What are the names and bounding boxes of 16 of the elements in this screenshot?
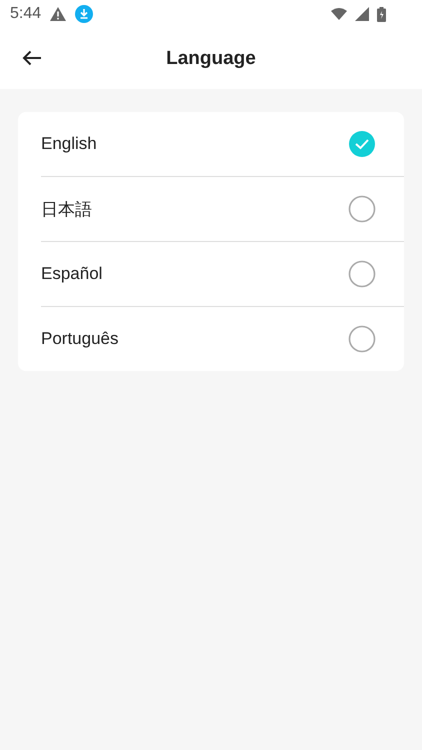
page-title: Language: [166, 48, 256, 70]
wifi-icon: [331, 8, 347, 20]
radio-icon: [348, 195, 376, 223]
back-arrow-icon: [22, 50, 42, 66]
language-option[interactable]: English: [41, 112, 404, 176]
language-option[interactable]: 日本語: [41, 176, 404, 241]
download-icon: [75, 5, 94, 23]
language-option[interactable]: Português: [41, 306, 404, 371]
language-option[interactable]: Español: [41, 241, 404, 306]
warning-icon: [49, 6, 68, 22]
signal-icon: [355, 7, 369, 21]
checked-radio-icon: [348, 130, 376, 158]
radio-icon: [348, 325, 376, 353]
radio-icon: [348, 260, 376, 288]
battery-icon: [377, 6, 386, 22]
status-time: 5:44: [10, 5, 42, 23]
